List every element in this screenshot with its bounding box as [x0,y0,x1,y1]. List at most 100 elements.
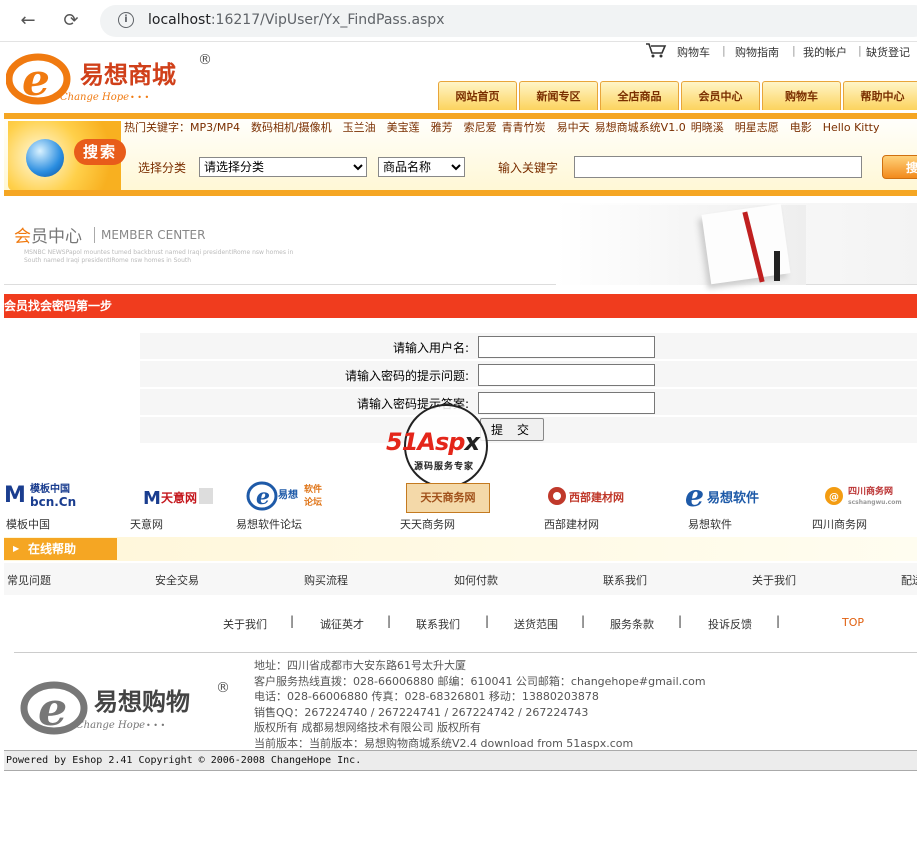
tab-member[interactable]: 会员中心 [681,81,760,110]
member-center-banner: 会员中心 MEMBER CENTER MSNBC NEWSPapol mount… [4,203,917,285]
help-link[interactable]: 常见问题 [7,572,51,588]
username-input[interactable] [478,336,655,358]
form-row: 请输入密码的提示问题: [140,361,917,388]
svg-text:四川商务网: 四川商务网 [848,485,893,497]
site-info-icon[interactable]: i [118,12,134,28]
hot-keyword[interactable]: 易中天 [557,121,590,134]
username-label: 请输入用户名: [392,341,469,355]
help-link[interactable]: 安全交易 [155,572,199,588]
category-label: 选择分类 [138,161,187,175]
hot-keyword[interactable]: Hello Kitty [823,121,880,134]
footer-link[interactable]: 联系我们 [416,616,460,632]
partner-link[interactable]: 天天商务网 天天商务网 [398,478,498,534]
help-links: 常见问题 安全交易 购买流程 如何付款 联系我们 关于我们 配送 [4,563,917,595]
tab-cart[interactable]: 购物车 [762,81,841,110]
top-link[interactable]: TOP [842,616,864,629]
hot-keywords-label: 热门关键字： [124,121,190,134]
hot-keyword[interactable]: MP3/MP4 [190,121,240,134]
top-link-cart[interactable]: 购物车 [677,44,710,60]
footer-nav: 关于我们 | 诚征英才 | 联系我们 | 送货范围 | 服务条款 | 投诉反馈 … [4,596,917,644]
svg-text:软件: 软件 [304,483,322,495]
hot-keyword[interactable]: 明星志愿 [735,121,779,134]
hot-keyword[interactable]: 玉兰油 [343,121,376,134]
keyword-input[interactable] [574,156,862,178]
partner-link[interactable]: M 天意网 天意网 [128,478,218,534]
reload-icon[interactable]: ⟳ [61,11,81,31]
logo-mark: e [22,55,50,106]
step-title-bar: 会员找会密码第一步 [4,294,917,318]
partner-logo: e 易想 软件 论坛 [232,478,342,512]
svg-text:M: M [143,488,161,509]
partner-links: M 模板中国 bcn.Cn 模板中国 M 天意网 天意网 e 易想 软件 论坛 易想软件论坛… [0,478,917,534]
help-link[interactable]: 配送 [901,572,917,588]
hot-keyword[interactable]: 易想商城系统V1.0 [595,121,686,134]
member-center-title: 会员中心 [14,227,82,247]
svg-text:scshangwu.com: scshangwu.com [848,499,902,506]
footer-link[interactable]: 诚征英才 [320,616,364,632]
question-input[interactable] [478,364,655,386]
divider [94,227,95,243]
banner-image [556,203,806,285]
site-logo[interactable]: e 易想商城 ® Change Hope • • • [5,44,226,108]
partner-logo: M 天意网 [128,478,218,512]
svg-text:e: e [685,479,704,512]
partner-link[interactable]: 西部建材网 西部建材网 [540,478,630,534]
hot-keyword[interactable]: 美宝莲 [387,121,420,134]
top-link-guide[interactable]: 购物指南 [735,44,779,60]
question-label: 请输入密码的提示问题: [344,369,469,383]
pen-graphic [774,251,780,281]
watermark-subtitle: 源码服务专家 [414,462,475,472]
svg-text:M: M [4,483,26,508]
hot-keyword[interactable]: 明晓溪 [691,121,724,134]
footer-logo: e 易想购物 ® Change Hope • • • [20,670,240,740]
partner-logo: 西部建材网 [540,478,630,512]
svg-text:Change Hope: Change Hope [76,720,145,731]
footer-link[interactable]: 关于我们 [223,616,267,632]
footer-link[interactable]: 送货范围 [514,616,558,632]
back-arrow-icon[interactable]: ← [18,11,38,31]
hot-keywords: 热门关键字：MP3/MP4 数码相机/摄像机 玉兰油 美宝莲 雅芳 索尼爱 青青竹炭 易中天易… [124,119,891,135]
footer-info: 地址：四川省成都市大安东路61号太升大厦 客户服务热线直拨：028-660068… [254,658,914,751]
search-bar: 搜索 热门关键字：MP3/MP4 数码相机/摄像机 玉兰油 美宝莲 雅芳 索尼爱 青青竹炭易… [4,113,917,196]
search-field-select[interactable]: 商品名称 [378,157,465,177]
svg-text:易想购物: 易想购物 [94,688,190,716]
cart-icon[interactable] [645,42,667,61]
footer-phone: 电话：028-66006880 传真：028-68326801 移动：13880… [254,690,599,703]
hot-keyword[interactable]: 数码相机/摄像机 [251,121,332,134]
form-row: 请输入密码提示答案: [140,389,917,416]
help-link[interactable]: 联系我们 [603,572,647,588]
footer-link[interactable]: 服务条款 [610,616,654,632]
search-button[interactable]: 搜 [882,155,917,179]
hot-keyword[interactable]: 电影 [790,121,812,134]
partner-link[interactable]: @ 四川商务网 scshangwu.com 四川商务网 [808,478,917,534]
footer-address: 地址：四川省成都市大安东路61号太升大厦 [254,659,466,672]
help-tab: ▶ 在线帮助 [4,538,117,560]
partner-logo: @ 四川商务网 scshangwu.com [808,478,917,512]
tab-products[interactable]: 全店商品 [600,81,679,110]
svg-text:易想软件: 易想软件 [707,490,759,506]
partner-link[interactable]: e 易想 软件 论坛 易想软件论坛 [232,478,342,534]
footer-link[interactable]: 投诉反馈 [708,616,752,632]
partner-link[interactable]: e 易想软件 易想软件 [680,478,770,534]
tab-help[interactable]: 帮助中心 [843,81,917,110]
svg-text:天意网: 天意网 [161,490,197,505]
address-bar[interactable]: i localhost:16217/VipUser/Yx_FindPass.as… [100,5,917,37]
hot-keyword[interactable]: 索尼爱 [464,121,497,134]
separator: | [581,614,586,628]
svg-text:• • •: • • • [146,721,165,730]
tab-news[interactable]: 新闻专区 [519,81,598,110]
search-graphic: 搜索 [8,121,126,191]
svg-text:@: @ [829,492,839,503]
separator: | [290,614,295,628]
search-badge: 搜索 [74,139,126,165]
top-link-account[interactable]: 我的帐户 [803,44,847,60]
help-link[interactable]: 关于我们 [752,572,796,588]
category-select[interactable]: 请选择分类 [199,157,367,177]
hot-keyword[interactable]: 雅芳 [431,121,453,134]
tab-home[interactable]: 网站首页 [438,81,517,110]
help-link[interactable]: 如何付款 [454,572,498,588]
partner-link[interactable]: M 模板中国 bcn.Cn 模板中国 [2,478,92,534]
hot-keyword[interactable]: 青青竹炭 [502,121,546,134]
top-link-stockout[interactable]: 缺货登记 [866,44,910,60]
help-link[interactable]: 购买流程 [304,572,348,588]
